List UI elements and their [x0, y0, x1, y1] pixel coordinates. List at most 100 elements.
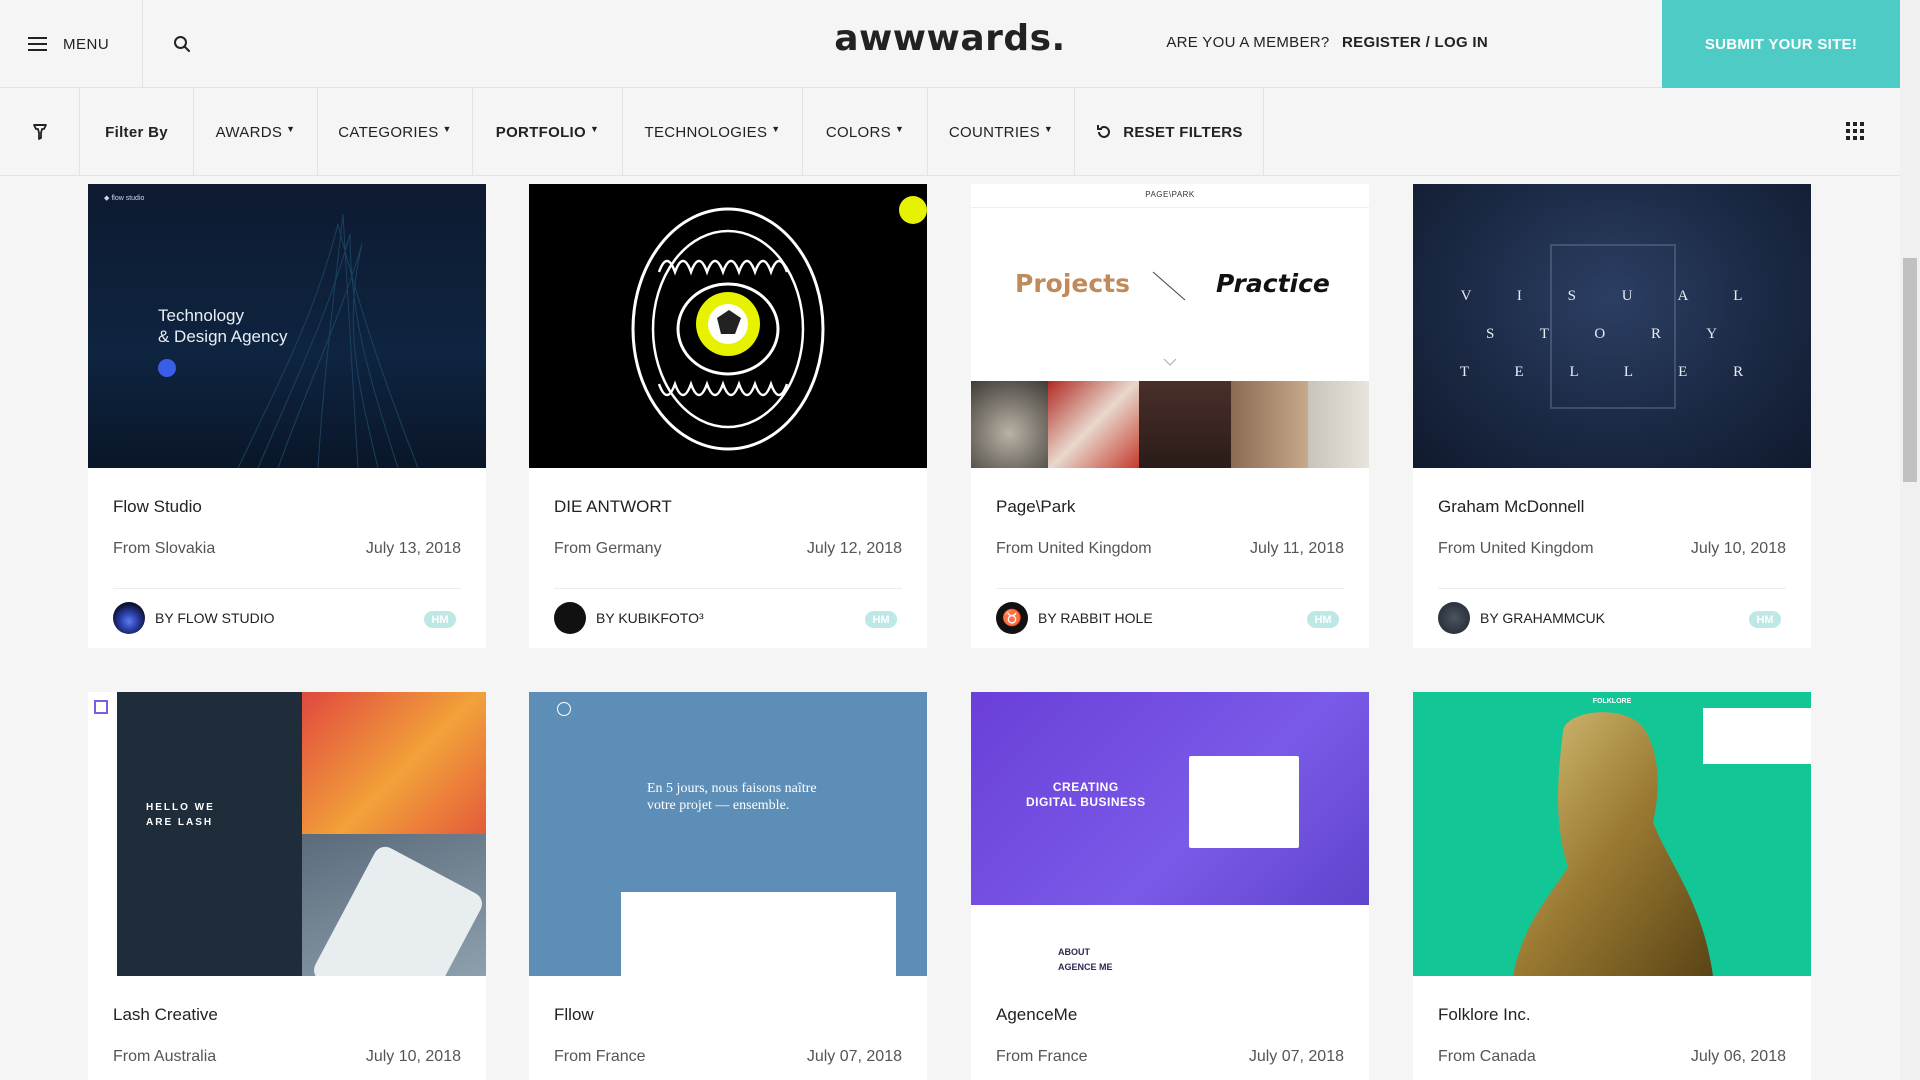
author-name: FLOW STUDIO [177, 610, 275, 626]
filter-awards-label: AWARDS [215, 123, 283, 141]
filter-portfolio-label: PORTFOLIO [495, 123, 586, 141]
author-avatar[interactable] [554, 602, 586, 634]
thumb-lines: V I S U A L S T O R Y T E L L E R [1413, 277, 1811, 391]
thumb-brand: ◆ flow studio [104, 195, 145, 202]
dot-icon [158, 359, 176, 377]
by-prefix: BY [1480, 610, 1499, 626]
funnel-icon [32, 124, 47, 140]
site-thumbnail[interactable]: PAGE\PARK Projects Practice [971, 184, 1369, 468]
card-date: July 06, 2018 [1690, 1048, 1786, 1065]
card-date: July 07, 2018 [806, 1048, 902, 1065]
submit-site-button[interactable]: SUBMIT YOUR SITE! [1662, 0, 1900, 88]
site-card: V I S U A L S T O R Y T E L L E R Graham… [1413, 184, 1811, 648]
reset-icon [1097, 125, 1111, 138]
card-title[interactable]: Fllow [554, 1005, 594, 1025]
site-thumbnail[interactable]: FOLKLORE [1413, 692, 1811, 976]
card-title[interactable]: Page\Park [996, 497, 1075, 517]
site-card: En 5 jours, nous faisons naître votre pr… [529, 692, 927, 1080]
filter-categories[interactable]: CATEGORIES ▼ [318, 88, 473, 176]
site-thumbnail[interactable] [529, 184, 927, 468]
filter-awards[interactable]: AWARDS ▼ [194, 88, 318, 176]
author-byline[interactable]: BY KUBIKFOTO³ [596, 610, 704, 626]
thumb-line: T E L L E R [1459, 364, 1765, 380]
thumb-right-word: Practice [1216, 269, 1330, 298]
filter-colors-label: COLORS [825, 123, 891, 141]
author-avatar[interactable] [1438, 602, 1470, 634]
card-title[interactable]: Folklore Inc. [1438, 1005, 1531, 1025]
filter-toggle[interactable] [0, 88, 80, 176]
filter-portfolio[interactable]: PORTFOLIO ▼ [473, 88, 623, 176]
card-country: From France [996, 1048, 1088, 1065]
card-country: From Australia [113, 1048, 217, 1065]
card-country: From United Kingdom [996, 540, 1152, 557]
site-card: PAGE\PARK Projects Practice Page\Park Fr… [971, 184, 1369, 648]
reset-filters-button[interactable]: RESET FILTERS [1075, 88, 1264, 176]
thumb-headline: En 5 jours, nous faisons naître votre pr… [647, 781, 817, 813]
logo-icon [557, 702, 571, 716]
thumb-line: S T O R Y [1485, 326, 1739, 342]
card-country: From Slovakia [113, 540, 216, 557]
card-date: July 13, 2018 [365, 540, 461, 557]
thumb-headline: HELLO WE ARE LASH [146, 802, 215, 828]
caret-down-icon: ▼ [771, 124, 781, 134]
site-card: CREATING DIGITAL BUSINESS ABOUT AGENCE M… [971, 692, 1369, 1080]
caret-down-icon: ▼ [442, 124, 452, 134]
card-title[interactable]: Lash Creative [113, 1005, 218, 1025]
caret-down-icon: ▼ [1043, 124, 1054, 134]
card-date: July 10, 2018 [365, 1048, 461, 1065]
card-title[interactable]: Graham McDonnell [1438, 497, 1584, 517]
site-thumbnail[interactable]: En 5 jours, nous faisons naître votre pr… [529, 692, 927, 976]
caret-down-icon: ▼ [589, 124, 600, 134]
mockup-screen [1189, 756, 1299, 848]
content-panel [621, 892, 896, 976]
by-prefix: BY [596, 610, 615, 626]
card-divider [554, 588, 902, 589]
by-prefix: BY [155, 610, 174, 626]
site-logo[interactable]: awwwards. [0, 18, 1900, 59]
site-thumbnail[interactable]: CREATING DIGITAL BUSINESS ABOUT AGENCE M… [971, 692, 1369, 976]
panel-colorful [302, 692, 486, 834]
card-divider [113, 588, 461, 589]
honorable-mention-badge: HM [865, 611, 897, 628]
site-thumbnail[interactable]: ◆ flow studio Technology & Design Agency [88, 184, 486, 468]
thumb-headline: CREATING DIGITAL BUSINESS [1026, 780, 1146, 809]
card-country: From France [554, 1048, 646, 1065]
card-title[interactable]: Flow Studio [113, 497, 202, 517]
card-divider [996, 588, 1344, 589]
scrollbar-track[interactable] [1900, 0, 1920, 1080]
filter-bar: Filter By AWARDS ▼ CATEGORIES ▼ PORTFOLIO ▼… [0, 88, 1920, 176]
author-name: KUBIKFOTO³ [618, 610, 704, 626]
author-byline[interactable]: BY GRAHAMMCUK [1480, 610, 1605, 626]
photo-strip [971, 381, 1369, 468]
author-byline[interactable]: BY FLOW STUDIO [155, 610, 275, 626]
site-card: FOLKLORE Folklore Inc. From Canada July … [1413, 692, 1811, 1080]
author-avatar[interactable] [113, 602, 145, 634]
caret-down-icon: ▼ [286, 124, 296, 134]
scrollbar-thumb[interactable] [1903, 258, 1917, 482]
login-link[interactable]: LOG IN [1435, 34, 1488, 51]
card-date: July 10, 2018 [1690, 540, 1786, 557]
card-divider [1438, 588, 1786, 589]
site-thumbnail[interactable]: V I S U A L S T O R Y T E L L E R [1413, 184, 1811, 468]
mouth-illustration [631, 207, 825, 451]
card-country: From Canada [1438, 1048, 1536, 1065]
grid-view-icon[interactable] [1846, 122, 1864, 140]
top-header: MENU awwwards. ARE YOU A MEMBER? REGISTE… [0, 0, 1920, 88]
card-country: From United Kingdom [1438, 540, 1594, 557]
panel-dark [117, 692, 302, 976]
site-card: DIE ANTWORT From Germany July 12, 2018 B… [529, 184, 927, 648]
card-title[interactable]: AgenceMe [996, 1005, 1077, 1025]
filter-colors[interactable]: COLORS ▼ [803, 88, 928, 176]
author-avatar[interactable]: ♉ [996, 602, 1028, 634]
thumb-line: V I S U A L [1460, 288, 1764, 304]
site-thumbnail[interactable]: HELLO WE ARE LASH [88, 692, 486, 976]
register-link[interactable]: REGISTER [1342, 34, 1421, 51]
filter-technologies[interactable]: TECHNOLOGIES ▼ [623, 88, 803, 176]
reset-filters-label: RESET FILTERS [1123, 123, 1243, 141]
author-byline[interactable]: BY RABBIT HOLE [1038, 610, 1153, 626]
thumb-about: ABOUT AGENCE ME [1058, 947, 1113, 972]
card-date: July 07, 2018 [1248, 1048, 1344, 1065]
filter-countries[interactable]: COUNTRIES ▼ [928, 88, 1075, 176]
card-title[interactable]: DIE ANTWORT [554, 497, 672, 517]
honorable-mention-badge: HM [424, 611, 456, 628]
